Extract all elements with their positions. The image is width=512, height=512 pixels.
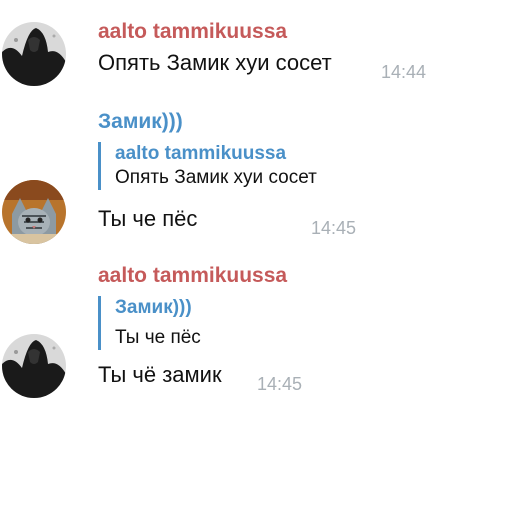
message-3[interactable]: aalto tammikuussa Замик))) Ты че пёс Ты … [0, 250, 512, 410]
message-text: Ты че пёс [98, 206, 198, 231]
sender-name[interactable]: Замик))) [98, 110, 183, 134]
message-text: Ты чё замик [98, 362, 222, 387]
message-time: 14:45 [311, 218, 357, 238]
message-2[interactable]: Замик))) aalto tammikuussa Опять Замик х… [0, 100, 512, 250]
message-time: 14:44 [381, 62, 427, 82]
reply-text: Ты че пёс [115, 327, 201, 348]
reply-text: Опять Замик хуи сосет [115, 167, 317, 188]
chat-history: aalto tammikuussa Опять Замик хуи сосет … [0, 0, 512, 512]
avatar-cat[interactable] [2, 180, 66, 244]
avatar-dark-figure[interactable] [2, 334, 66, 398]
reply-quote[interactable]: Замик))) Ты че пёс [98, 296, 201, 350]
sender-name[interactable]: aalto tammikuussa [98, 20, 287, 44]
reply-quote[interactable]: aalto tammikuussa Опять Замик хуи сосет [98, 142, 317, 190]
message-time: 14:45 [257, 374, 303, 394]
message-text: Опять Замик хуи сосет [98, 50, 332, 75]
reply-sender-name: Замик))) [115, 297, 192, 318]
avatar-dark-figure[interactable] [2, 22, 66, 86]
message-1[interactable]: aalto tammikuussa Опять Замик хуи сосет … [0, 0, 512, 100]
sender-name[interactable]: aalto tammikuussa [98, 264, 287, 288]
reply-sender-name: aalto tammikuussa [115, 143, 287, 164]
